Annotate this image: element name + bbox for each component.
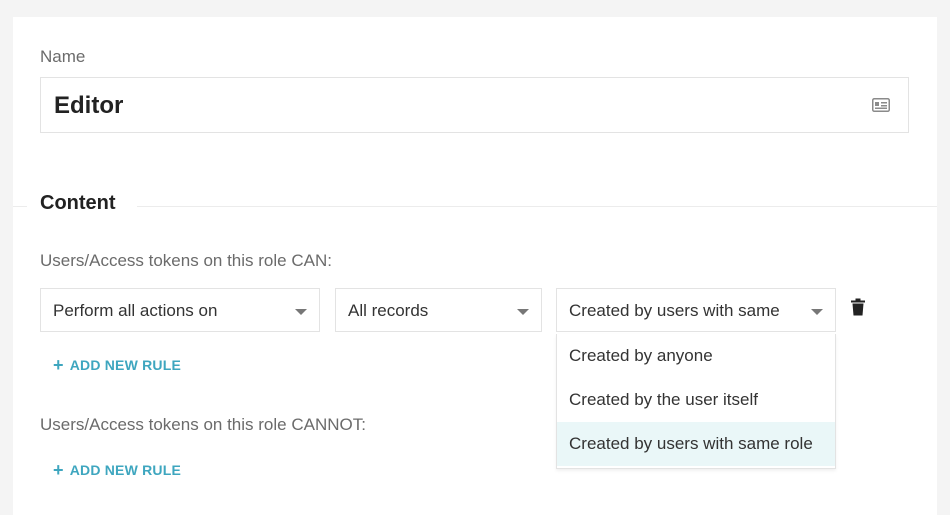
owner-select-value: Created by users with same <box>569 301 780 320</box>
cannot-rules-label: Users/Access tokens on this role CANNOT: <box>40 415 366 434</box>
owner-select[interactable]: Created by users with same <box>556 288 836 332</box>
chevron-down-icon <box>811 309 823 315</box>
section-divider-left <box>13 206 27 207</box>
name-value: Editor <box>54 92 124 119</box>
owner-option-anyone[interactable]: Created by anyone <box>557 334 835 378</box>
plus-icon: + <box>53 355 64 375</box>
owner-dropdown-menu: Created by anyone Created by the user it… <box>556 334 836 469</box>
owner-option-same-role[interactable]: Created by users with same role <box>557 422 835 466</box>
scope-select-value: All records <box>348 301 429 320</box>
add-cannot-rule-label: ADD NEW RULE <box>69 462 182 478</box>
owner-option-user-itself[interactable]: Created by the user itself <box>557 378 835 422</box>
content-section-title: Content <box>40 192 116 214</box>
plus-icon: + <box>53 460 64 480</box>
action-select-value: Perform all actions on <box>53 301 218 320</box>
add-can-rule-button[interactable]: + ADD NEW RULE <box>53 355 181 376</box>
scope-select[interactable]: All records <box>335 288 542 332</box>
section-divider <box>137 206 937 207</box>
name-label: Name <box>40 47 86 66</box>
can-rules-label: Users/Access tokens on this role CAN: <box>40 251 332 270</box>
id-card-icon <box>872 98 890 112</box>
add-can-rule-label: ADD NEW RULE <box>69 357 182 373</box>
chevron-down-icon <box>517 309 529 315</box>
name-input[interactable]: Editor <box>40 77 909 133</box>
add-cannot-rule-button[interactable]: + ADD NEW RULE <box>53 460 181 481</box>
chevron-down-icon <box>295 309 307 315</box>
action-select[interactable]: Perform all actions on <box>40 288 320 332</box>
role-form-card: Name Editor Content Users/Access tokens … <box>13 17 937 515</box>
trash-icon[interactable] <box>850 298 866 316</box>
